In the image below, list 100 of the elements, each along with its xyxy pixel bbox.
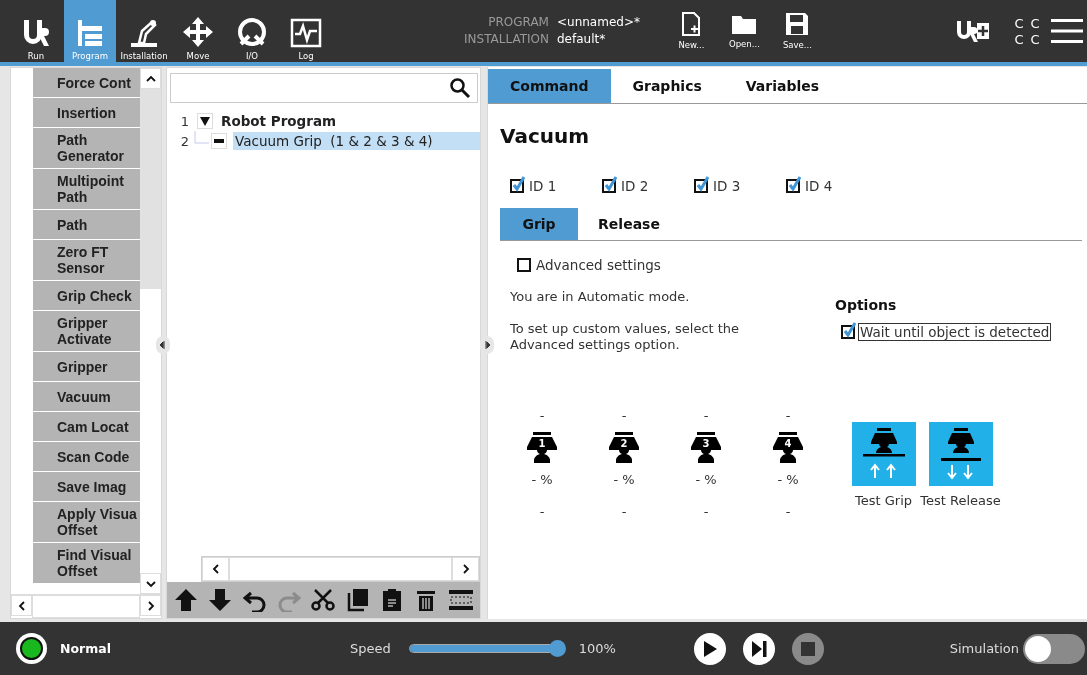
cup-status: - [785, 409, 791, 423]
minus-icon [214, 139, 224, 143]
palette-item[interactable]: Cam Locat [33, 412, 140, 442]
speed-reading: 100% [578, 641, 617, 656]
palette-item[interactable]: Vacuum [33, 382, 140, 412]
checkbox-label: ID 4 [805, 178, 833, 194]
nav-tab[interactable]: Move [172, 0, 224, 62]
palette-item[interactable]: Path [33, 210, 140, 240]
palette-item[interactable]: Scan Code [33, 442, 140, 472]
cup-number: 2 [620, 438, 628, 449]
save-icon [785, 12, 810, 36]
search-field[interactable] [170, 73, 478, 103]
new-file-icon [681, 12, 702, 36]
checkbox-label: ID 3 [713, 178, 741, 194]
checkbox[interactable] [517, 258, 531, 272]
test-label: Test Grip [855, 493, 912, 508]
simulation-toggle[interactable] [1023, 633, 1085, 664]
tab[interactable]: Grip [500, 208, 578, 240]
file-button[interactable]: Open... [717, 0, 771, 62]
leaf-toggle[interactable] [211, 133, 227, 149]
scissors-icon[interactable] [311, 588, 336, 612]
tree-node[interactable]: Vacuum Grip (1 & 2 & 3 & 4) [233, 132, 480, 150]
panel-title: Vacuum [500, 124, 591, 148]
play-icon [701, 639, 718, 658]
logo-plus-icon[interactable] [955, 18, 991, 44]
checkbox[interactable] [694, 179, 708, 193]
status-label: Normal [60, 641, 112, 656]
cup-status: - [621, 505, 627, 519]
tab[interactable]: Variables [723, 69, 842, 103]
checkbox-label: Wait until object is detected [858, 323, 1052, 341]
vertical-scrollbar[interactable] [140, 68, 161, 594]
nav-tab[interactable]: I/O [226, 0, 278, 62]
checkbox-label: Advanced settings [536, 257, 661, 273]
horizontal-scrollbar[interactable] [11, 594, 161, 618]
menu-icon[interactable] [1051, 18, 1083, 44]
horizontal-scrollbar[interactable] [201, 556, 480, 582]
checkbox[interactable] [786, 179, 800, 193]
search-icon[interactable] [449, 77, 471, 99]
checkbox-label: ID 2 [621, 178, 649, 194]
speed-label: Speed [350, 641, 391, 656]
tab[interactable]: Command [488, 69, 611, 103]
suppress-icon[interactable] [448, 588, 473, 612]
cup-status: - [703, 409, 709, 423]
nav-tab[interactable]: Log [280, 0, 332, 62]
installation-label: INSTALLATION [464, 31, 549, 48]
palette-item[interactable]: Insertion [33, 98, 140, 128]
splitter-handle[interactable] [156, 336, 170, 354]
palette-item[interactable]: Multipoint Path [33, 169, 140, 210]
palette-item[interactable]: Grip Check [33, 281, 140, 311]
status-letter: C [1013, 15, 1025, 31]
checkbox[interactable] [510, 179, 524, 193]
checkbox-label: ID 1 [529, 178, 557, 194]
palette-item[interactable]: Save Imag [33, 472, 140, 502]
arrow-down-icon[interactable] [208, 588, 233, 612]
tab[interactable]: Release [578, 208, 680, 240]
test-button[interactable] [851, 422, 916, 486]
program-label: PROGRAM [487, 14, 549, 31]
cup-number: 4 [784, 438, 792, 449]
line-number: 1 [179, 113, 189, 129]
palette-item[interactable]: Gripper Activate [33, 311, 140, 352]
copy-icon[interactable] [345, 588, 370, 612]
stop-icon [800, 641, 815, 656]
nav-tab[interactable]: Run [10, 0, 62, 62]
line-number: 2 [179, 133, 189, 149]
expand-toggle[interactable] [197, 113, 213, 129]
step-button[interactable] [742, 632, 775, 665]
tree-node[interactable]: Robot Program [219, 112, 341, 130]
cup-number: 1 [538, 438, 546, 449]
tab[interactable]: Graphics [610, 69, 724, 103]
move-arrows-icon [182, 16, 214, 48]
vacuum-reading: - % [695, 473, 717, 487]
arrow-up-icon[interactable] [174, 588, 199, 612]
vacuum-reading: - % [777, 473, 799, 487]
palette-item[interactable]: Find Visual Offset [33, 543, 140, 584]
palette-item[interactable]: Gripper [33, 352, 140, 382]
program-tree-icon [75, 18, 105, 48]
palette-item[interactable]: Path Generator [33, 128, 140, 169]
mode-text: You are in Automatic mode. [510, 289, 691, 305]
test-button[interactable] [928, 422, 993, 486]
logo-icon [21, 18, 51, 48]
log-chart-icon [290, 18, 322, 48]
checkbox[interactable] [602, 179, 616, 193]
play-button[interactable] [693, 632, 726, 665]
installation-name: default* [556, 31, 607, 48]
palette-item[interactable]: Apply Visua Offset [33, 502, 140, 543]
checkbox[interactable] [841, 325, 855, 339]
file-button[interactable]: Save... [770, 0, 824, 62]
file-button[interactable]: New... [664, 0, 718, 62]
nav-tab[interactable]: Installation [118, 0, 170, 62]
palette-item[interactable]: Zero FT Sensor [33, 240, 140, 281]
step-forward-icon [749, 639, 768, 658]
status-letter: C [1029, 15, 1041, 31]
help-text: To set up custom values, select the Advanced settings option. [510, 321, 741, 353]
cup-status: - [785, 505, 791, 519]
vacuum-reading: - % [613, 473, 635, 487]
cup-status: - [621, 409, 627, 423]
triangle-down-icon [200, 116, 210, 126]
palette-item[interactable]: Force Cont [33, 68, 140, 98]
simulation-label: Simulation [949, 641, 1019, 656]
folder-icon [731, 13, 758, 35]
